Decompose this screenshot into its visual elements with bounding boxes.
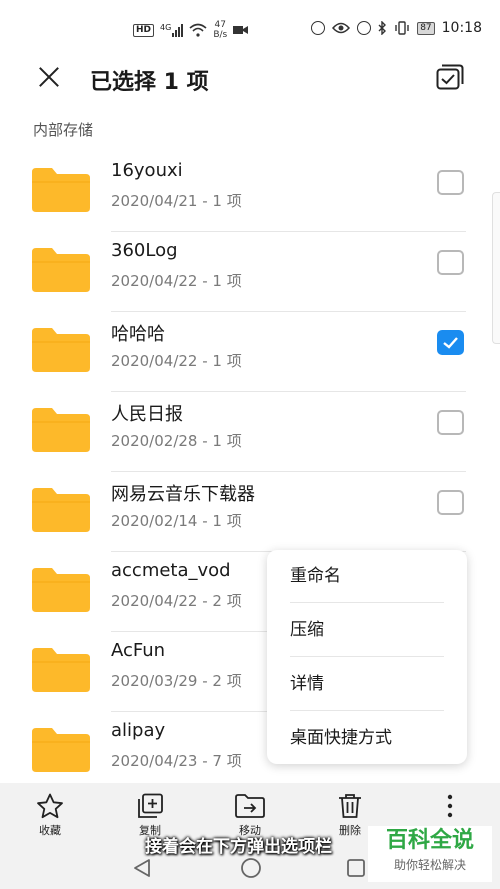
- clock: 10:18: [441, 20, 482, 36]
- folder-meta: 2020/04/21 - 1 项: [111, 192, 242, 210]
- menu-item-details[interactable]: 详情: [267, 658, 467, 711]
- trash-icon: [339, 794, 361, 818]
- net-speed-unit: B/s: [213, 30, 228, 40]
- select-checkbox[interactable]: [437, 170, 464, 195]
- battery-icon: 87: [417, 21, 435, 35]
- more-options-menu: 重命名 压缩 详情 桌面快捷方式: [267, 550, 467, 764]
- select-checkbox[interactable]: [437, 410, 464, 435]
- folder-meta: 2020/02/14 - 1 项: [111, 512, 242, 530]
- folder-name: 360Log: [111, 240, 178, 261]
- divider: [111, 471, 466, 472]
- folder-icon: [32, 728, 90, 772]
- hd-badge: HD: [133, 23, 155, 37]
- divider: [111, 391, 466, 392]
- folder-icon: [32, 168, 90, 212]
- menu-item-desktop-shortcut[interactable]: 桌面快捷方式: [267, 712, 467, 765]
- copy-icon: [138, 793, 163, 818]
- folder-name: AcFun: [111, 640, 166, 661]
- watermark-subtitle: 助你轻松解决: [393, 858, 466, 872]
- video-caption: 接着会在下方弹出选项栏: [145, 837, 332, 857]
- net-speed-value: 47: [214, 20, 226, 30]
- select-checkbox[interactable]: [437, 490, 464, 515]
- divider: [111, 231, 466, 232]
- list-item[interactable]: 网易云音乐下载器 2020/02/14 - 1 项: [0, 480, 500, 560]
- favorite-button[interactable]: 收藏: [20, 793, 80, 843]
- status-right: 87 10:18: [311, 20, 482, 36]
- section-label: 内部存储: [33, 121, 94, 139]
- net-speed: 47 B/s: [213, 20, 227, 40]
- toolbar-label: 收藏: [39, 824, 61, 837]
- folder-icon: [32, 408, 90, 452]
- folder-meta: 2020/04/23 - 7 项: [111, 752, 242, 770]
- menu-item-compress[interactable]: 压缩: [267, 604, 467, 657]
- status-left: HD 4G 47 B/s: [133, 20, 249, 40]
- title-bar: 已选择 1 项: [0, 58, 500, 98]
- folder-icon: [32, 328, 90, 372]
- select-checkbox[interactable]: [437, 250, 464, 275]
- network-type: 4G: [160, 22, 172, 32]
- folder-name: 哈哈哈: [111, 324, 165, 345]
- more-vertical-icon: [447, 794, 453, 818]
- divider: [290, 602, 444, 603]
- back-icon[interactable]: [132, 858, 152, 878]
- folder-name: accmeta_vod: [111, 560, 231, 581]
- list-item[interactable]: 16youxi 2020/04/21 - 1 项: [0, 160, 500, 240]
- divider: [111, 311, 466, 312]
- menu-item-label: 详情: [290, 674, 324, 694]
- divider: [290, 656, 444, 657]
- nfc-icon: [311, 21, 326, 35]
- star-icon: [37, 793, 63, 819]
- select-all-icon[interactable]: [436, 64, 464, 90]
- signal-icon: 4G: [160, 22, 184, 37]
- folder-icon: [32, 248, 90, 292]
- watermark: 百科全说 助你轻松解决: [368, 826, 492, 882]
- select-checkbox-checked[interactable]: [437, 330, 464, 355]
- divider: [290, 710, 444, 711]
- page-title: 已选择 1 项: [90, 70, 209, 95]
- watermark-title: 百科全说: [385, 828, 474, 853]
- folder-meta: 2020/04/22 - 2 项: [111, 592, 242, 610]
- alarm-icon: [357, 21, 372, 35]
- folder-icon: [32, 488, 90, 532]
- video-camera-icon: [233, 26, 249, 34]
- folder-icon: [32, 648, 90, 692]
- move-folder-icon: [235, 794, 265, 818]
- folder-icon: [32, 568, 90, 612]
- vibrate-icon: [395, 21, 409, 35]
- folder-name: 人民日报: [111, 404, 183, 425]
- list-item[interactable]: 哈哈哈 2020/04/22 - 1 项: [0, 320, 500, 400]
- wifi-icon: [189, 23, 207, 37]
- menu-item-label: 重命名: [290, 566, 341, 586]
- scrollbar[interactable]: [492, 192, 500, 344]
- folder-name: 16youxi: [111, 160, 183, 181]
- folder-name: 网易云音乐下载器: [111, 484, 255, 505]
- eye-icon: [332, 22, 351, 34]
- list-item[interactable]: 360Log 2020/04/22 - 1 项: [0, 240, 500, 320]
- home-icon[interactable]: [240, 857, 262, 879]
- menu-item-label: 桌面快捷方式: [290, 728, 392, 748]
- check-icon: [443, 337, 458, 349]
- close-icon[interactable]: [36, 64, 62, 90]
- recents-icon[interactable]: [346, 858, 366, 878]
- menu-item-label: 压缩: [290, 620, 324, 640]
- list-item[interactable]: 人民日报 2020/02/28 - 1 项: [0, 400, 500, 480]
- folder-meta: 2020/03/29 - 2 项: [111, 672, 242, 690]
- folder-meta: 2020/02/28 - 1 项: [111, 432, 242, 450]
- folder-meta: 2020/04/22 - 1 项: [111, 272, 242, 290]
- folder-meta: 2020/04/22 - 1 项: [111, 352, 242, 370]
- status-bar: HD 4G 47 B/s 87 10:18: [0, 0, 500, 58]
- bluetooth-icon: [378, 21, 387, 35]
- menu-item-rename[interactable]: 重命名: [267, 550, 467, 603]
- folder-name: alipay: [111, 720, 166, 741]
